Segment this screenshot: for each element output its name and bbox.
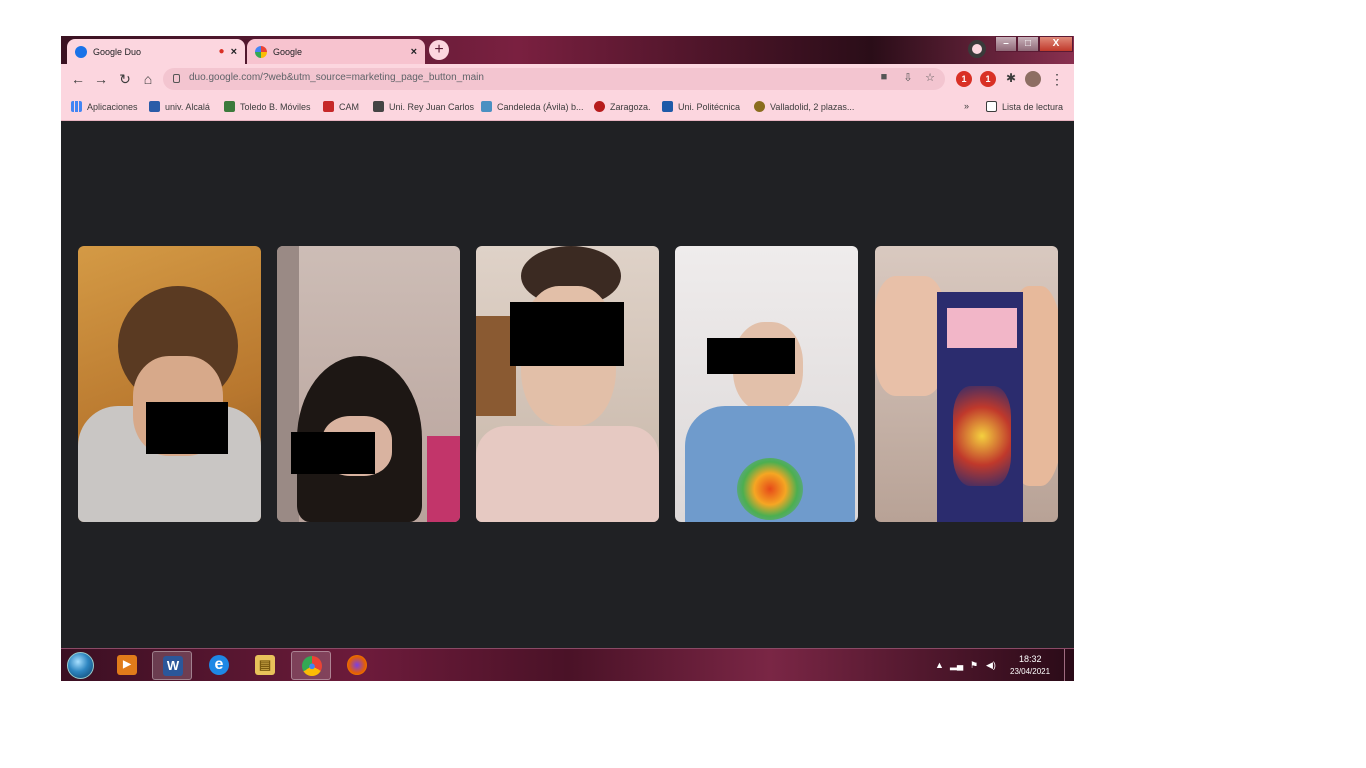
bookmark-favicon-icon	[662, 101, 673, 112]
taskbar-app-word[interactable]: W	[152, 651, 192, 680]
participant-video-tile[interactable]	[675, 246, 858, 522]
internet-explorer-icon: e	[209, 655, 229, 675]
participant-video-tile[interactable]	[875, 246, 1058, 522]
forward-arrow-icon[interactable]: →	[93, 70, 109, 88]
clock-time[interactable]: 18:32	[1019, 654, 1042, 664]
media-player-icon: ▶	[117, 655, 137, 675]
participant-video-tile[interactable]	[277, 246, 460, 522]
bookmark-valladolid[interactable]: Valladolid, 2 plazas...	[754, 101, 854, 112]
censor-bar	[291, 432, 375, 474]
participant-video-tile[interactable]	[476, 246, 659, 522]
lock-icon[interactable]	[173, 74, 180, 83]
extension-1-icon[interactable]: 1	[956, 71, 972, 87]
maximize-button[interactable]: □	[1017, 36, 1039, 52]
address-bar[interactable]: duo.google.com/?web&utm_source=marketing…	[163, 68, 945, 90]
extensions-puzzle-icon[interactable]: ✱	[1003, 69, 1019, 87]
taskbar-app-media-player[interactable]: ▶	[107, 651, 147, 680]
bookmark-candeleda[interactable]: Candeleda (Ávila) b...	[481, 101, 584, 112]
home-icon[interactable]: ⌂	[140, 70, 156, 88]
bookmark-cam[interactable]: CAM	[323, 101, 359, 112]
duo-call-area	[61, 122, 1074, 648]
close-tab-icon[interactable]: ×	[231, 46, 237, 58]
reload-icon[interactable]: ↻	[117, 70, 133, 88]
extension-2-icon[interactable]: 1	[980, 71, 996, 87]
show-desktop-button[interactable]	[1064, 649, 1074, 681]
tab-title: Google Duo	[93, 46, 142, 57]
new-tab-button[interactable]: +	[429, 40, 449, 60]
tab-strip: Google Duo ● × Google × + – □ X	[61, 36, 1074, 64]
taskbar-app-file-explorer[interactable]: ▤	[245, 651, 285, 680]
google-favicon-icon	[255, 45, 267, 58]
bookmark-favicon-icon	[481, 101, 492, 112]
menu-kebab-icon[interactable]: ⋮	[1049, 70, 1065, 88]
close-tab-icon[interactable]: ×	[411, 46, 417, 58]
chrome-icon: ●	[302, 656, 322, 676]
apps-grid-icon	[71, 101, 82, 112]
url-text[interactable]: duo.google.com/?web&utm_source=marketing…	[189, 72, 484, 83]
clock-date[interactable]: 23/04/2021	[1010, 667, 1050, 676]
censor-bar	[146, 402, 228, 454]
bookmark-univ-alcala[interactable]: univ. Alcalá	[149, 101, 210, 112]
reading-list-button[interactable]: Lista de lectura	[986, 101, 1063, 112]
start-button[interactable]	[67, 652, 94, 679]
camera-icon[interactable]: ■	[877, 71, 891, 87]
duo-favicon-icon	[75, 45, 87, 58]
bookmark-favicon-icon	[149, 101, 160, 112]
taskbar-app-firefox[interactable]: ●	[337, 651, 377, 680]
bookmark-favicon-icon	[754, 101, 765, 112]
firefox-icon: ●	[347, 655, 367, 675]
tab-search-icon[interactable]	[968, 40, 986, 58]
taskbar-app-chrome[interactable]: ●	[291, 651, 331, 680]
bookmark-favicon-icon	[594, 101, 605, 112]
bookmark-toledo[interactable]: Toledo B. Móviles	[224, 101, 311, 112]
install-app-icon[interactable]: ⇩	[901, 71, 915, 87]
taskbar-app-internet-explorer[interactable]: e	[199, 651, 239, 680]
tab-title: Google	[273, 46, 303, 57]
censor-bar	[707, 338, 795, 374]
bookmark-favicon-icon	[224, 101, 235, 112]
tab-google-duo[interactable]: Google Duo ● ×	[67, 39, 245, 64]
bookmark-apps[interactable]: Aplicaciones	[71, 101, 138, 112]
action-center-flag-icon[interactable]: ⚑	[970, 660, 978, 671]
bookmark-favicon-icon	[323, 101, 334, 112]
system-tray: ▲ ▂▄ ⚑ ◀) 18:32 23/04/2021	[931, 649, 1071, 681]
show-hidden-icons-icon[interactable]: ▲	[935, 660, 944, 670]
recording-icon: ●	[218, 46, 225, 57]
participant-video-tile[interactable]	[78, 246, 261, 522]
bookmark-upm[interactable]: Uni. Politécnica	[662, 101, 740, 112]
word-icon: W	[163, 656, 183, 676]
windows-taskbar: ▶ W e ▤ ● ● ▲ ▂▄ ⚑ ◀) 18:32 23/04/2021	[61, 648, 1074, 681]
bookmarks-bar: Aplicaciones univ. Alcalá Toledo B. Móvi…	[61, 94, 1074, 121]
bookmark-urjc[interactable]: Uni. Rey Juan Carlos	[373, 101, 474, 112]
censor-bar	[510, 302, 624, 366]
volume-icon[interactable]: ◀)	[986, 660, 996, 671]
bookmark-star-icon[interactable]: ☆	[923, 71, 937, 87]
folder-icon: ▤	[255, 655, 275, 675]
close-window-button[interactable]: X	[1039, 36, 1073, 52]
minimize-button[interactable]: –	[995, 36, 1017, 52]
desktop-screen: Google Duo ● × Google × + – □ X ← → ↻ ⌂ …	[61, 36, 1074, 681]
reading-list-icon	[986, 101, 997, 112]
network-signal-icon[interactable]: ▂▄	[950, 660, 963, 671]
bookmarks-overflow-button[interactable]: »	[964, 101, 969, 111]
back-arrow-icon[interactable]: ←	[70, 70, 86, 88]
bookmark-zaragoza[interactable]: Zaragoza.	[594, 101, 651, 112]
profile-avatar[interactable]	[1025, 71, 1041, 87]
bookmark-favicon-icon	[373, 101, 384, 112]
tab-google[interactable]: Google ×	[247, 39, 425, 64]
browser-toolbar: ← → ↻ ⌂ duo.google.com/?web&utm_source=m…	[61, 64, 1074, 94]
